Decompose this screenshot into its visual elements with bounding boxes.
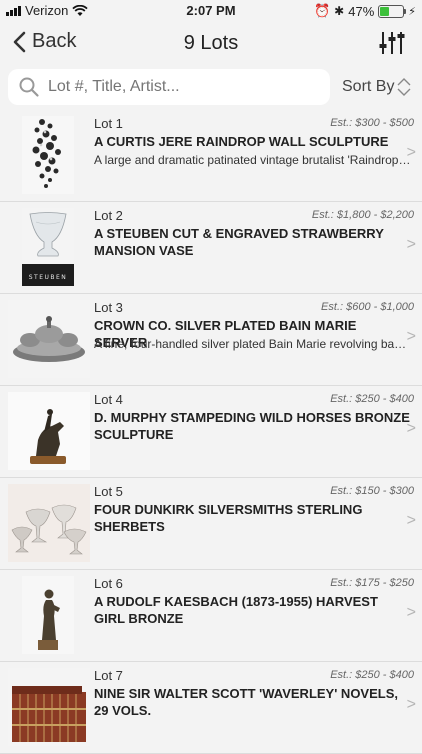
bluetooth-icon: ✱ xyxy=(334,4,345,18)
lot-image: STEUBEN xyxy=(22,208,74,286)
lot-number: Lot 3 xyxy=(94,300,123,315)
lot-title: A RUDOLF KAESBACH (1873-1955) HARVEST GI… xyxy=(94,594,378,626)
lot-image xyxy=(8,300,90,378)
search-bar[interactable] xyxy=(8,69,330,105)
lot-estimate: Est.: $600 - $1,000 xyxy=(321,301,414,313)
lot-title: D. MURPHY STAMPEDING WILD HORSES BRONZE … xyxy=(94,410,410,442)
chevron-right-icon: > xyxy=(406,604,416,621)
lot-row[interactable]: Lot 5 Est.: $150 - $300 FOUR DUNKIRK SIL… xyxy=(0,478,422,570)
lot-image xyxy=(8,392,90,470)
lot-row[interactable]: Lot 7 Est.: $250 - $400 NINE SIR WALTER … xyxy=(0,662,422,754)
battery-icon xyxy=(378,4,407,18)
lot-number: Lot 4 xyxy=(94,392,123,407)
lot-row[interactable]: Lot 1 Est.: $300 - $500 A CURTIS JERE RA… xyxy=(0,110,422,202)
chevron-right-icon: > xyxy=(406,144,416,161)
lot-row[interactable]: STEUBEN Lot 2 Est.: $1,800 - $2,200 A ST… xyxy=(0,202,422,294)
lot-list: Lot 1 Est.: $300 - $500 A CURTIS JERE RA… xyxy=(0,110,422,754)
lot-estimate: Est.: $250 - $400 xyxy=(330,669,414,681)
lot-number: Lot 5 xyxy=(94,484,123,499)
lot-title: NINE SIR WALTER SCOTT 'WAVERLEY' NOVELS,… xyxy=(94,686,398,718)
lot-estimate: Est.: $250 - $400 xyxy=(330,393,414,405)
status-right: ⏰ ✱ 47% ⚡ xyxy=(314,3,416,19)
lot-title: FOUR DUNKIRK SILVERSMITHS STERLING SHERB… xyxy=(94,502,363,534)
lot-estimate: Est.: $150 - $300 xyxy=(330,485,414,497)
lot-image xyxy=(8,484,90,562)
lot-description: A large and dramatic patinated vintage b… xyxy=(94,153,412,167)
status-bar: Verizon 2:07 PM ⏰ ✱ 47% ⚡ xyxy=(0,0,422,22)
chevron-right-icon: > xyxy=(406,512,416,529)
sort-by-button[interactable]: Sort By xyxy=(342,77,412,97)
sort-arrows-icon xyxy=(397,78,411,96)
battery-percent: 47% xyxy=(348,3,375,19)
lot-number: Lot 1 xyxy=(94,116,123,131)
chevron-right-icon: > xyxy=(406,328,416,345)
search-icon xyxy=(19,77,39,97)
lot-description: A fine, four-handled silver plated Bain … xyxy=(94,337,412,351)
charging-icon: ⚡ xyxy=(408,5,416,18)
chevron-right-icon: > xyxy=(406,420,416,437)
chevron-right-icon: > xyxy=(406,236,416,253)
alarm-icon: ⏰ xyxy=(313,3,331,18)
lot-row[interactable]: Lot 6 Est.: $175 - $250 A RUDOLF KAESBAC… xyxy=(0,570,422,662)
search-input[interactable] xyxy=(46,77,320,97)
lot-estimate: Est.: $1,800 - $2,200 xyxy=(311,209,414,221)
sort-by-label: Sort By xyxy=(342,78,395,95)
lot-estimate: Est.: $300 - $500 xyxy=(330,117,414,129)
lot-number: Lot 7 xyxy=(94,668,123,683)
lot-image xyxy=(22,576,74,654)
lot-title: A CURTIS JERE RAINDROP WALL SCULPTURE xyxy=(94,134,389,149)
lot-row[interactable]: Lot 3 Est.: $600 - $1,000 CROWN CO. SILV… xyxy=(0,294,422,386)
battery-fill xyxy=(380,6,390,16)
filter-sliders-icon[interactable] xyxy=(378,30,406,56)
navigation-bar: Back 9 Lots xyxy=(0,22,422,66)
lot-image xyxy=(22,116,74,194)
lot-number: Lot 2 xyxy=(94,208,123,223)
page-title: 9 Lots xyxy=(183,32,239,54)
lot-number: Lot 6 xyxy=(94,576,123,591)
lot-title: A STEUBEN CUT & ENGRAVED STRAWBERRY MANS… xyxy=(94,226,384,258)
svg-text:STEUBEN: STEUBEN xyxy=(29,274,68,281)
lot-image xyxy=(8,668,90,746)
lot-row[interactable]: Lot 4 Est.: $250 - $400 D. MURPHY STAMPE… xyxy=(0,386,422,478)
chevron-right-icon: > xyxy=(406,696,416,713)
lot-estimate: Est.: $175 - $250 xyxy=(330,577,414,589)
